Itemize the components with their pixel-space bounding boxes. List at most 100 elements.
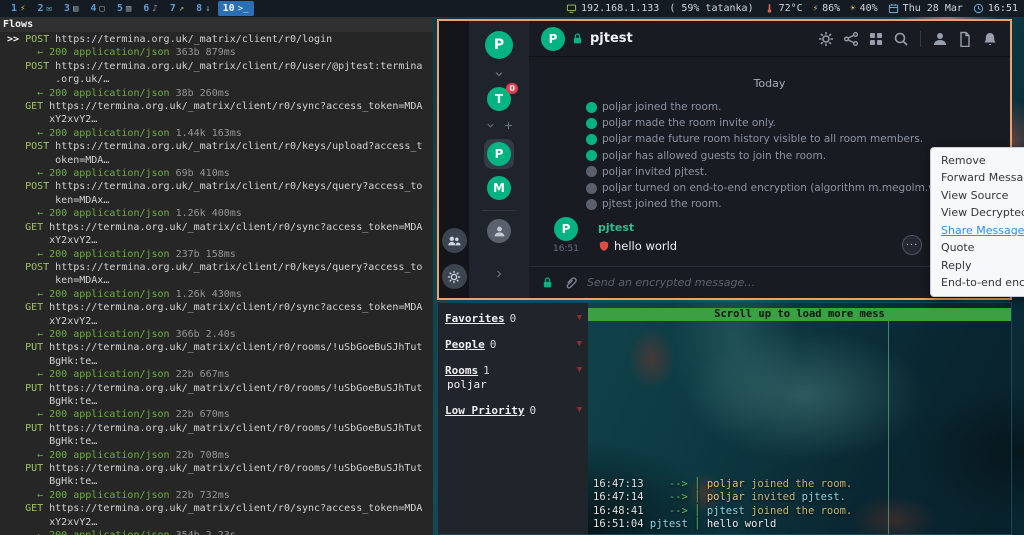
flow-row[interactable]: BgHk:te… (7, 355, 433, 368)
flow-row[interactable]: PUT https://termina.org.uk/_matrix/clien… (7, 422, 433, 435)
tag-panel (439, 21, 469, 298)
text-segment: │ (688, 518, 707, 530)
status-wifi: ( 59% tatanka) (669, 3, 753, 14)
workspace-8[interactable]: 8↓ (191, 1, 215, 16)
member-list-button[interactable] (932, 31, 948, 47)
menu-item-end-to-end-encry[interactable]: End-to-end encry (931, 275, 1024, 293)
event-text: poljar invited pjtest. (602, 166, 707, 178)
flow-row[interactable]: GET https://termina.org.uk/_matrix/clien… (7, 221, 433, 234)
room-settings-button[interactable] (818, 31, 834, 47)
flow-row[interactable]: ← 200 application/json 354b 2.23s (7, 529, 433, 535)
status-text: 16:51 (988, 3, 1018, 14)
notifications-button[interactable] (982, 31, 998, 47)
user-menu-avatar[interactable]: P (485, 31, 513, 59)
flow-row[interactable]: xY2xvY2… (7, 113, 433, 126)
flow-row[interactable]: POST https://termina.org.uk/_matrix/clie… (7, 140, 433, 153)
status-network: 192.168.1.133 (566, 3, 659, 14)
workspace-3[interactable]: 3▤ (59, 1, 83, 16)
workspace-2[interactable]: 2✉ (32, 1, 56, 16)
buffer-rooms[interactable]: Rooms1 (445, 364, 582, 377)
flow-row[interactable]: BgHk:te… (7, 395, 433, 408)
flow-row[interactable]: POST https://termina.org.uk/_matrix/clie… (7, 180, 433, 193)
menu-item-forward-message[interactable]: Forward Message (931, 170, 1024, 188)
flow-row[interactable]: >> POST https://termina.org.uk/_matrix/c… (7, 33, 433, 46)
buffer-people[interactable]: People0 (445, 338, 582, 351)
flow-row[interactable]: xY2xvY2… (7, 315, 433, 328)
flow-row[interactable]: ← 200 application/json 366b 2.40s (7, 328, 433, 341)
add-room-icon[interactable] (503, 120, 514, 131)
text-segment: 16:47:14 (593, 491, 644, 503)
text-segment (7, 423, 25, 434)
menu-item-share-message[interactable]: Share Message (931, 222, 1024, 240)
files-button[interactable] (957, 31, 973, 47)
workspace-7[interactable]: 7↗ (165, 1, 189, 16)
collapse-arrow-icon[interactable] (577, 312, 582, 325)
room-avatar[interactable]: P (541, 27, 565, 51)
flow-row[interactable]: PUT https://termina.org.uk/_matrix/clien… (7, 382, 433, 395)
menu-item-reply[interactable]: Reply (931, 257, 1024, 275)
text-segment: GET (25, 302, 43, 313)
share-room-button[interactable] (843, 31, 859, 47)
settings-button[interactable] (442, 264, 467, 289)
buffer-room-poljar[interactable]: poljar (445, 378, 582, 391)
flow-row[interactable]: GET https://termina.org.uk/_matrix/clien… (7, 100, 433, 113)
member-avatar[interactable] (487, 219, 511, 243)
flow-row[interactable]: oken=MDA… (7, 154, 433, 167)
workspace-10[interactable]: 10>_ (218, 1, 254, 16)
text-segment: ken=MDAx… (7, 275, 109, 286)
flow-row[interactable]: ken=MDAx… (7, 194, 433, 207)
flow-row[interactable]: ← 200 application/json 237b 158ms (7, 248, 433, 261)
community-button[interactable] (442, 228, 467, 253)
flow-row[interactable]: ← 200 application/json 22b 670ms (7, 408, 433, 421)
room-avatar-t[interactable]: T0 (487, 87, 511, 111)
flow-row[interactable]: ← 200 application/json 1.44k 163ms (7, 127, 433, 140)
timeline-event: poljar made future room history visible … (529, 131, 1010, 147)
workspace-6[interactable]: 6♪ (138, 1, 162, 16)
buffer-low-priority[interactable]: Low Priority0 (445, 404, 582, 417)
flow-row[interactable]: ← 200 application/json 1.26k 430ms (7, 288, 433, 301)
flow-row[interactable]: ← 200 application/json 69b 410ms (7, 167, 433, 180)
flow-row[interactable]: GET https://termina.org.uk/_matrix/clien… (7, 301, 433, 314)
workspace-1[interactable]: 1⚡ (6, 1, 30, 16)
menu-item-quote[interactable]: Quote (931, 240, 1024, 258)
menu-item-remove[interactable]: Remove (931, 152, 1024, 170)
flow-row[interactable]: ken=MDAx… (7, 274, 433, 287)
flow-row[interactable]: ← 200 application/json 22b 732ms (7, 489, 433, 502)
flow-row[interactable]: .org.uk/… (7, 73, 433, 86)
menu-item-view-decrypted-s[interactable]: View Decrypted S (931, 205, 1024, 223)
collapse-arrow-icon[interactable] (577, 338, 582, 351)
search-button[interactable] (893, 31, 909, 47)
room-avatar-m[interactable]: M (487, 176, 511, 200)
flow-row[interactable]: POST https://termina.org.uk/_matrix/clie… (7, 261, 433, 274)
flow-row[interactable]: ← 200 application/json 38b 260ms (7, 87, 433, 100)
workspace-5[interactable]: 5▥ (112, 1, 136, 16)
chevron-down-icon[interactable] (493, 68, 505, 80)
text-segment: POST (25, 262, 49, 273)
integrations-button[interactable] (868, 31, 884, 47)
flow-row[interactable]: PUT https://termina.org.uk/_matrix/clien… (7, 462, 433, 475)
flow-row[interactable]: BgHk:te… (7, 475, 433, 488)
text-segment: ken=MDAx… (7, 195, 109, 206)
flow-row[interactable]: PUT https://termina.org.uk/_matrix/clien… (7, 341, 433, 354)
attachment-icon[interactable] (563, 275, 578, 290)
chevron-down-icon[interactable] (485, 120, 496, 131)
room-avatar-pjtest[interactable]: P (484, 139, 514, 169)
chevron-right-icon[interactable] (493, 268, 505, 280)
notification-badge: 0 (506, 83, 518, 94)
flow-row[interactable]: BgHk:te… (7, 435, 433, 448)
workspace-4[interactable]: 4▢ (85, 1, 109, 16)
menu-item-view-source[interactable]: View Source (931, 187, 1024, 205)
collapse-arrow-icon[interactable] (577, 404, 582, 417)
flow-row[interactable]: xY2xvY2… (7, 234, 433, 247)
flow-row[interactable]: ← 200 application/json 363b 879ms (7, 46, 433, 59)
flow-row[interactable]: ← 200 application/json 22b 708ms (7, 449, 433, 462)
buffer-favorites[interactable]: Favorites0 (445, 312, 582, 325)
sender-avatar[interactable]: P (554, 217, 578, 241)
flow-row[interactable]: ← 200 application/json 22b 667ms (7, 368, 433, 381)
collapse-arrow-icon[interactable] (577, 364, 582, 377)
flow-row[interactable]: xY2xvY2… (7, 516, 433, 529)
flow-row[interactable]: GET https://termina.org.uk/_matrix/clien… (7, 502, 433, 515)
message-input[interactable]: Send an encrypted message… (587, 276, 971, 289)
flow-row[interactable]: ← 200 application/json 1.26k 400ms (7, 207, 433, 220)
flow-row[interactable]: POST https://termina.org.uk/_matrix/clie… (7, 60, 433, 73)
